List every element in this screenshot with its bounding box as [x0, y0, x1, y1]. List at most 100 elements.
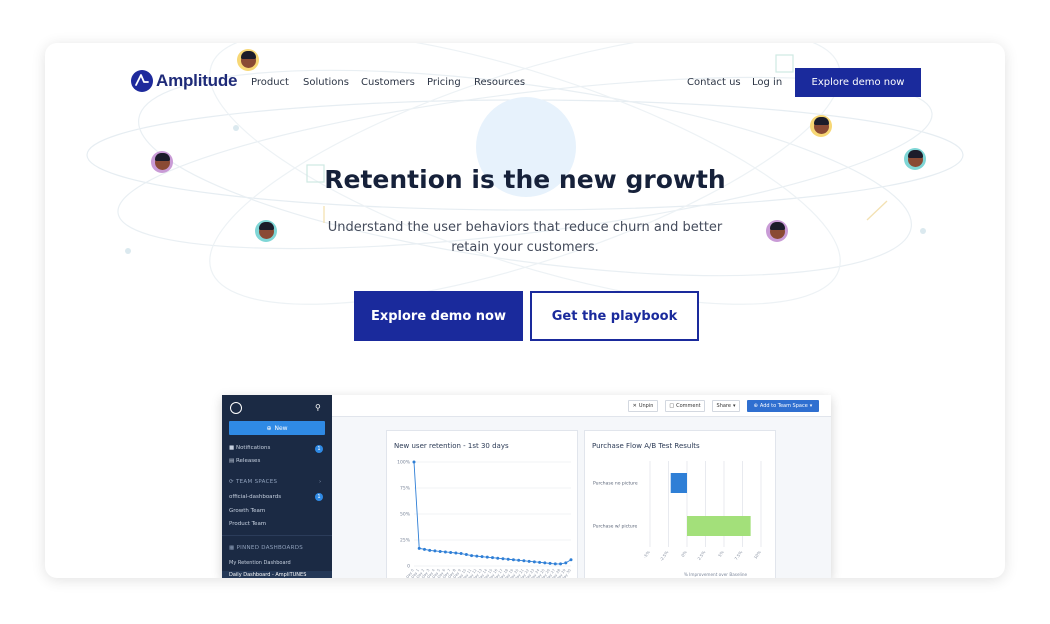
- nav-item-customers[interactable]: Customers: [361, 77, 415, 88]
- data-point: [511, 558, 515, 562]
- brand-name: Amplitude: [156, 71, 238, 90]
- pinned-heading-label: PINNED DASHBOARDS: [236, 545, 304, 551]
- deco-dot: [125, 248, 131, 254]
- get-playbook-button[interactable]: Get the playbook: [530, 291, 699, 341]
- x-tick-label: 7.5%: [733, 550, 743, 561]
- x-tick-label: -5%: [642, 550, 651, 559]
- product-screenshot: ⚲ ⊕ New ■ Notifications 1 ▤ Releases ⟳ T…: [222, 395, 831, 578]
- pinned-my-retention-dashboard[interactable]: My Retention Dashboard: [229, 560, 291, 566]
- avatar: [766, 220, 788, 242]
- team-spaces-icon: ⟳: [229, 479, 234, 485]
- x-tick-label: 10%: [753, 550, 762, 560]
- x-tick-label: 0%: [680, 550, 688, 558]
- team-space-product-team[interactable]: Product Team: [229, 521, 266, 527]
- deco-dot: [233, 125, 239, 131]
- team-spaces-heading[interactable]: ⟳ TEAM SPACES: [229, 479, 277, 485]
- brand-logo[interactable]: Amplitude: [131, 70, 238, 92]
- data-point: [506, 557, 510, 561]
- data-point: [464, 553, 468, 557]
- add-to-team-space-label: Add to Team Space: [759, 403, 808, 409]
- bell-icon: ■: [229, 445, 235, 451]
- unpin-button[interactable]: ✕ Unpin: [628, 400, 658, 412]
- x-tick-label: -2.5%: [659, 550, 670, 563]
- team-space-growth-team[interactable]: Growth Team: [229, 508, 265, 514]
- releases-icon: ▤: [229, 458, 235, 464]
- hero-subtitle: Understand the user behaviors that reduc…: [327, 220, 723, 255]
- contact-link[interactable]: Contact us: [687, 77, 741, 88]
- data-point: [417, 546, 421, 550]
- data-point: [480, 555, 484, 559]
- notifications-count-badge: 1: [315, 445, 323, 453]
- nav-explore-demo-button[interactable]: Explore demo now: [795, 68, 921, 97]
- data-point: [443, 550, 447, 554]
- unpin-icon: ✕: [632, 403, 637, 409]
- nav-item-product[interactable]: Product: [251, 77, 289, 88]
- avatar: [255, 220, 277, 242]
- plus-icon: ⊕: [266, 424, 272, 432]
- unpin-label: Unpin: [638, 403, 654, 409]
- data-point: [496, 556, 500, 560]
- share-label: Share: [716, 403, 731, 409]
- hero-title: Retention is the new growth: [324, 165, 726, 194]
- comment-button[interactable]: □ Comment: [665, 400, 705, 412]
- y-tick-label: 0: [407, 564, 410, 570]
- data-point: [449, 550, 453, 554]
- login-link[interactable]: Log in: [752, 77, 782, 88]
- data-point: [532, 560, 536, 564]
- y-tick-label: 50%: [400, 512, 411, 518]
- category-label: Purchase w/ picture: [593, 524, 637, 530]
- comment-icon: □: [669, 403, 675, 409]
- share-button[interactable]: Share ▾: [712, 400, 740, 412]
- bar: [670, 473, 687, 493]
- team-space-official-dashboards[interactable]: official-dashboards: [229, 494, 281, 500]
- data-point: [501, 557, 505, 561]
- releases-label: Releases: [235, 458, 261, 464]
- chevron-right-icon[interactable]: ›: [319, 479, 321, 485]
- data-point: [433, 549, 437, 553]
- data-point: [559, 562, 563, 566]
- comment-label: Comment: [676, 403, 701, 409]
- sidebar-divider: [222, 535, 332, 536]
- data-point: [412, 460, 416, 464]
- data-point: [422, 547, 426, 551]
- data-point: [428, 548, 432, 552]
- team-spaces-heading-label: TEAM SPACES: [235, 479, 278, 485]
- data-point: [475, 554, 479, 558]
- x-tick-label: 2.5%: [696, 550, 706, 561]
- nav-item-solutions[interactable]: Solutions: [303, 77, 349, 88]
- data-point: [517, 558, 521, 562]
- chevron-down-icon: ▾: [809, 403, 813, 409]
- pinned-daily-dashboard[interactable]: Daily Dashboard - AmpliTUNES: [229, 572, 306, 578]
- official-count-badge: 1: [315, 493, 323, 501]
- chevron-down-icon: ▾: [732, 403, 736, 409]
- top-navigation: Amplitude Product Solutions Customers Pr…: [45, 43, 1005, 123]
- data-point: [543, 561, 547, 565]
- retention-chart: 100%75%50%25%0Day 0Day 1Day 2Day 3Day 4D…: [397, 460, 573, 578]
- landing-card: Amplitude Product Solutions Customers Pr…: [45, 43, 1005, 578]
- data-point: [527, 559, 531, 563]
- notifications-label: Notifications: [235, 445, 271, 451]
- plus-icon: ⊕: [753, 403, 758, 409]
- app-logo-icon: [230, 402, 242, 414]
- ab-test-chart: -5% -2.5% 0% 2.5% 5% 7.5% 10% Purchase no pictu…: [593, 461, 762, 577]
- notifications-item[interactable]: ■ Notifications: [229, 445, 270, 451]
- nav-item-pricing[interactable]: Pricing: [427, 77, 461, 88]
- x-tick-label: 5%: [717, 550, 725, 558]
- pin-icon: ▦: [229, 545, 235, 551]
- category-label: Purchase no picture: [593, 481, 638, 487]
- deco-dot: [920, 228, 926, 234]
- pinned-dashboards-heading: ▦ PINNED DASHBOARDS: [229, 545, 303, 551]
- explore-demo-button[interactable]: Explore demo now: [354, 291, 523, 341]
- nav-item-resources[interactable]: Resources: [474, 77, 525, 88]
- data-point: [553, 562, 557, 566]
- new-button[interactable]: ⊕ New: [229, 421, 325, 435]
- data-point: [491, 556, 494, 560]
- y-tick-label: 100%: [397, 460, 411, 466]
- releases-item[interactable]: ▤ Releases: [229, 458, 260, 464]
- data-point: [459, 552, 463, 556]
- retention-line: [413, 461, 572, 565]
- search-icon[interactable]: ⚲: [315, 403, 321, 412]
- add-to-team-space-button[interactable]: ⊕ Add to Team Space ▾: [747, 400, 819, 412]
- app-sidebar: ⚲ ⊕ New ■ Notifications 1 ▤ Releases ⟳ T…: [222, 395, 332, 578]
- data-point: [438, 549, 442, 553]
